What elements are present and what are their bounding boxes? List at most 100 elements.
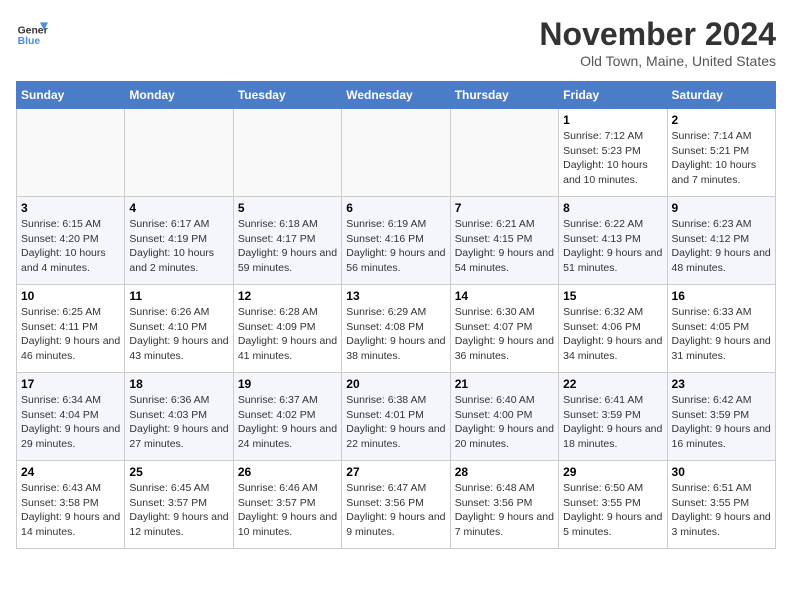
calendar-cell: 1 Sunrise: 7:12 AM Sunset: 5:23 PM Daylig…: [559, 109, 667, 197]
calendar-cell: 21Sunrise: 6:40 AM Sunset: 4:00 PM Dayli…: [450, 373, 558, 461]
calendar-cell: 17 Sunrise: 6:34 AM Sunset: 4:04 PM Dayli…: [17, 373, 125, 461]
day-info: Sunrise: 6:19 AM Sunset: 4:16 PM Dayligh…: [346, 217, 445, 276]
calendar-cell: [125, 109, 233, 197]
calendar-week-row: 1 Sunrise: 7:12 AM Sunset: 5:23 PM Daylig…: [17, 109, 776, 197]
calendar-cell: [17, 109, 125, 197]
day-number: 16: [672, 289, 771, 303]
calendar-cell: 20Sunrise: 6:38 AM Sunset: 4:01 PM Dayli…: [342, 373, 450, 461]
logo-icon: General Blue: [16, 16, 48, 48]
calendar-week-row: 17 Sunrise: 6:34 AM Sunset: 4:04 PM Dayli…: [17, 373, 776, 461]
day-info: Sunrise: 6:23 AM Sunset: 4:12 PM Dayligh…: [672, 217, 771, 276]
calendar-cell: 7Sunrise: 6:21 AM Sunset: 4:15 PM Daylig…: [450, 197, 558, 285]
calendar-week-row: 10 Sunrise: 6:25 AM Sunset: 4:11 PM Dayli…: [17, 285, 776, 373]
day-number: 2: [672, 113, 771, 127]
calendar-cell: 11 Sunrise: 6:26 AM Sunset: 4:10 PM Dayli…: [125, 285, 233, 373]
day-info: Sunrise: 7:14 AM Sunset: 5:21 PM Dayligh…: [672, 129, 771, 188]
day-info: Sunrise: 6:38 AM Sunset: 4:01 PM Dayligh…: [346, 393, 445, 452]
day-of-week-header: Monday: [125, 82, 233, 109]
day-number: 10: [21, 289, 120, 303]
day-of-week-header: Thursday: [450, 82, 558, 109]
day-number: 29: [563, 465, 662, 479]
day-number: 30: [672, 465, 771, 479]
day-info: Sunrise: 6:30 AM Sunset: 4:07 PM Dayligh…: [455, 305, 554, 364]
calendar-cell: 27 Sunrise: 6:47 AM Sunset: 3:56 PM Dayli…: [342, 461, 450, 549]
day-info: Sunrise: 6:51 AM Sunset: 3:55 PM Dayligh…: [672, 481, 771, 540]
day-info: Sunrise: 6:45 AM Sunset: 3:57 PM Dayligh…: [129, 481, 228, 540]
calendar-cell: 15 Sunrise: 6:32 AM Sunset: 4:06 PM Dayli…: [559, 285, 667, 373]
day-number: 6: [346, 201, 445, 215]
day-number: 15: [563, 289, 662, 303]
calendar-cell: 28 Sunrise: 6:48 AM Sunset: 3:56 PM Dayli…: [450, 461, 558, 549]
day-info: Sunrise: 7:12 AM Sunset: 5:23 PM Dayligh…: [563, 129, 662, 188]
day-info: Sunrise: 6:50 AM Sunset: 3:55 PM Dayligh…: [563, 481, 662, 540]
day-number: 9: [672, 201, 771, 215]
day-info: Sunrise: 6:26 AM Sunset: 4:10 PM Dayligh…: [129, 305, 228, 364]
calendar-cell: 3 Sunrise: 6:15 AM Sunset: 4:20 PM Daylig…: [17, 197, 125, 285]
day-info: Sunrise: 6:48 AM Sunset: 3:56 PM Dayligh…: [455, 481, 554, 540]
calendar-cell: [233, 109, 341, 197]
day-number: 1: [563, 113, 662, 127]
day-info: Sunrise: 6:15 AM Sunset: 4:20 PM Dayligh…: [21, 217, 120, 276]
calendar-cell: 24 Sunrise: 6:43 AM Sunset: 3:58 PM Dayli…: [17, 461, 125, 549]
day-info: Sunrise: 6:29 AM Sunset: 4:08 PM Dayligh…: [346, 305, 445, 364]
calendar-cell: 2 Sunrise: 7:14 AM Sunset: 5:21 PM Daylig…: [667, 109, 775, 197]
day-info: Sunrise: 6:28 AM Sunset: 4:09 PM Dayligh…: [238, 305, 337, 364]
location-title: Old Town, Maine, United States: [539, 53, 776, 69]
day-info: Sunrise: 6:17 AM Sunset: 4:19 PM Dayligh…: [129, 217, 228, 276]
day-info: Sunrise: 6:22 AM Sunset: 4:13 PM Dayligh…: [563, 217, 662, 276]
day-info: Sunrise: 6:18 AM Sunset: 4:17 PM Dayligh…: [238, 217, 337, 276]
day-info: Sunrise: 6:32 AM Sunset: 4:06 PM Dayligh…: [563, 305, 662, 364]
calendar-cell: 5 Sunrise: 6:18 AM Sunset: 4:17 PM Daylig…: [233, 197, 341, 285]
calendar-cell: 9 Sunrise: 6:23 AM Sunset: 4:12 PM Daylig…: [667, 197, 775, 285]
calendar-table: SundayMondayTuesdayWednesdayThursdayFrid…: [16, 81, 776, 549]
day-number: 26: [238, 465, 337, 479]
calendar-cell: 18Sunrise: 6:36 AM Sunset: 4:03 PM Dayli…: [125, 373, 233, 461]
day-number: 27: [346, 465, 445, 479]
day-number: 23: [672, 377, 771, 391]
calendar-cell: 26 Sunrise: 6:46 AM Sunset: 3:57 PM Dayli…: [233, 461, 341, 549]
calendar-cell: 4 Sunrise: 6:17 AM Sunset: 4:19 PM Daylig…: [125, 197, 233, 285]
day-number: 14: [455, 289, 554, 303]
svg-text:Blue: Blue: [18, 36, 41, 47]
calendar-cell: 29 Sunrise: 6:50 AM Sunset: 3:55 PM Dayli…: [559, 461, 667, 549]
day-info: Sunrise: 6:40 AM Sunset: 4:00 PM Dayligh…: [455, 393, 554, 452]
day-info: Sunrise: 6:41 AM Sunset: 3:59 PM Dayligh…: [563, 393, 662, 452]
day-number: 4: [129, 201, 228, 215]
day-number: 8: [563, 201, 662, 215]
day-number: 11: [129, 289, 228, 303]
calendar-cell: [342, 109, 450, 197]
day-info: Sunrise: 6:34 AM Sunset: 4:04 PM Dayligh…: [21, 393, 120, 452]
day-number: 12: [238, 289, 337, 303]
logo: General Blue: [16, 16, 52, 48]
day-number: 19: [238, 377, 337, 391]
day-number: 18: [129, 377, 228, 391]
calendar-header-row: SundayMondayTuesdayWednesdayThursdayFrid…: [17, 82, 776, 109]
calendar-cell: [450, 109, 558, 197]
day-of-week-header: Friday: [559, 82, 667, 109]
calendar-cell: 23 Sunrise: 6:42 AM Sunset: 3:59 PM Dayli…: [667, 373, 775, 461]
day-of-week-header: Tuesday: [233, 82, 341, 109]
calendar-cell: 30 Sunrise: 6:51 AM Sunset: 3:55 PM Dayli…: [667, 461, 775, 549]
calendar-cell: 6 Sunrise: 6:19 AM Sunset: 4:16 PM Daylig…: [342, 197, 450, 285]
day-info: Sunrise: 6:43 AM Sunset: 3:58 PM Dayligh…: [21, 481, 120, 540]
day-info: Sunrise: 6:25 AM Sunset: 4:11 PM Dayligh…: [21, 305, 120, 364]
month-title: November 2024: [539, 16, 776, 53]
day-number: 17: [21, 377, 120, 391]
calendar-cell: 14 Sunrise: 6:30 AM Sunset: 4:07 PM Dayli…: [450, 285, 558, 373]
page-header: General Blue November 2024 Old Town, Mai…: [16, 16, 776, 69]
day-number: 3: [21, 201, 120, 215]
calendar-cell: 8 Sunrise: 6:22 AM Sunset: 4:13 PM Daylig…: [559, 197, 667, 285]
day-number: 5: [238, 201, 337, 215]
day-of-week-header: Wednesday: [342, 82, 450, 109]
day-info: Sunrise: 6:42 AM Sunset: 3:59 PM Dayligh…: [672, 393, 771, 452]
day-number: 22: [563, 377, 662, 391]
day-number: 25: [129, 465, 228, 479]
day-number: 24: [21, 465, 120, 479]
day-info: Sunrise: 6:47 AM Sunset: 3:56 PM Dayligh…: [346, 481, 445, 540]
day-of-week-header: Sunday: [17, 82, 125, 109]
calendar-cell: 22 Sunrise: 6:41 AM Sunset: 3:59 PM Dayli…: [559, 373, 667, 461]
day-info: Sunrise: 6:21 AM Sunset: 4:15 PM Dayligh…: [455, 217, 554, 276]
day-info: Sunrise: 6:46 AM Sunset: 3:57 PM Dayligh…: [238, 481, 337, 540]
title-block: November 2024 Old Town, Maine, United St…: [539, 16, 776, 69]
day-number: 28: [455, 465, 554, 479]
